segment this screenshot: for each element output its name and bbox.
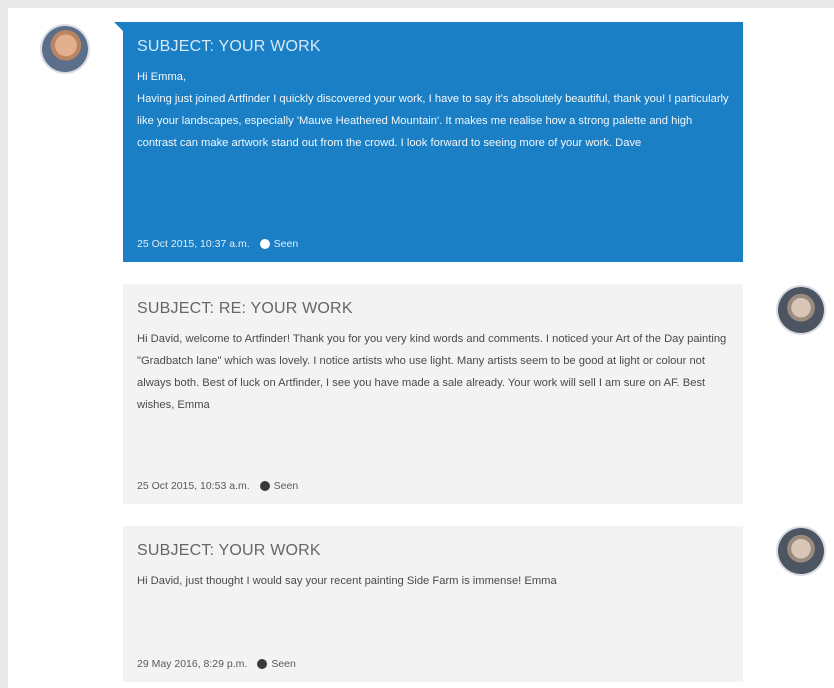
avatar-image xyxy=(42,26,88,72)
message-meta: 25 Oct 2015, 10:53 a.m. Seen xyxy=(137,480,298,492)
message-bubble-received: SUBJECT: RE: YOUR WORK Hi David, welcome… xyxy=(123,284,743,504)
avatar[interactable] xyxy=(42,26,88,72)
avatar[interactable] xyxy=(778,528,824,574)
seen-label: Seen xyxy=(273,480,299,492)
message-body: Hi David, just thought I would say your … xyxy=(137,575,557,587)
message-meta: 29 May 2016, 8:29 p.m. Seen xyxy=(137,658,296,670)
message-bubble-sent: SUBJECT: YOUR WORK Hi Emma, Having just … xyxy=(114,22,743,262)
avatar[interactable] xyxy=(778,287,824,333)
message-greeting: Hi Emma, xyxy=(137,71,187,83)
seen-icon xyxy=(257,659,268,669)
avatar-image xyxy=(778,528,824,574)
seen-status: Seen xyxy=(259,480,299,492)
message-subject: SUBJECT: RE: YOUR WORK xyxy=(137,300,353,317)
seen-icon xyxy=(259,481,270,491)
message-meta: 25 Oct 2015, 10:37 a.m. Seen xyxy=(137,238,298,250)
message-thread: SUBJECT: YOUR WORK Hi Emma, Having just … xyxy=(8,8,834,688)
seen-label: Seen xyxy=(271,658,296,670)
seen-status: Seen xyxy=(259,238,299,250)
seen-icon xyxy=(259,239,270,249)
message-timestamp: 25 Oct 2015, 10:53 a.m. xyxy=(137,480,250,492)
avatar-image xyxy=(778,287,824,333)
message-bubble-received: SUBJECT: YOUR WORK Hi David, just though… xyxy=(123,526,743,682)
seen-label: Seen xyxy=(273,238,299,250)
message-subject: SUBJECT: YOUR WORK xyxy=(137,38,321,55)
message-timestamp: 25 Oct 2015, 10:37 a.m. xyxy=(137,238,250,250)
message-body: Having just joined Artfinder I quickly d… xyxy=(137,93,729,149)
message-timestamp: 29 May 2016, 8:29 p.m. xyxy=(137,658,248,670)
seen-status: Seen xyxy=(257,658,296,670)
message-body: Hi David, welcome to Artfinder! Thank yo… xyxy=(137,333,727,411)
message-subject: SUBJECT: YOUR WORK xyxy=(137,542,321,559)
